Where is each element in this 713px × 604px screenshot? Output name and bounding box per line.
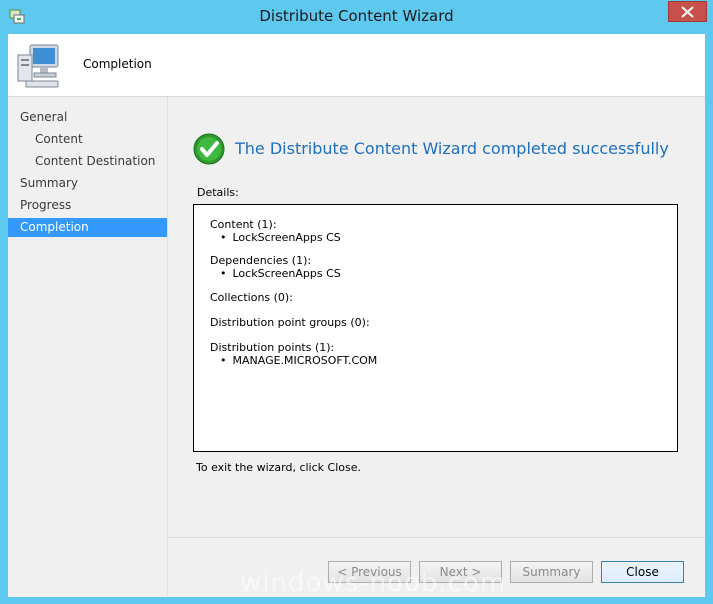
details-content-item: LockScreenApps CS: [220, 231, 341, 244]
close-icon: [681, 6, 694, 18]
footer-divider: [169, 537, 705, 538]
details-dependencies-item: LockScreenApps CS: [220, 267, 341, 280]
wizard-header: Completion: [8, 34, 705, 97]
wizard-window: Distribute Content Wizard Completion Gen…: [0, 0, 713, 604]
title-bar[interactable]: Distribute Content Wizard: [0, 0, 713, 34]
details-dp-heading: Distribution points (1):: [210, 341, 335, 354]
nav-item-progress[interactable]: Progress: [8, 196, 167, 215]
details-label: Details:: [197, 186, 239, 199]
success-message: The Distribute Content Wizard completed …: [235, 139, 669, 158]
exit-instruction: To exit the wizard, click Close.: [196, 461, 361, 474]
details-dp-item: MANAGE.MICROSOFT.COM: [220, 354, 378, 367]
details-collections-heading: Collections (0):: [210, 291, 293, 304]
nav-item-summary[interactable]: Summary: [8, 174, 167, 193]
wizard-steps-nav: General Content Content Destination Summ…: [8, 97, 168, 597]
details-dependencies-heading: Dependencies (1):: [210, 254, 312, 267]
nav-item-general[interactable]: General: [8, 108, 167, 127]
details-dp-groups-heading: Distribution point groups (0):: [210, 316, 370, 329]
wizard-content: The Distribute Content Wizard completed …: [169, 97, 705, 597]
summary-button[interactable]: Summary: [510, 561, 593, 583]
page-title: Completion: [83, 57, 152, 71]
nav-item-completion[interactable]: Completion: [8, 218, 167, 237]
computer-icon: [16, 43, 64, 89]
details-textbox[interactable]: Content (1): LockScreenApps CS Dependenc…: [193, 204, 678, 452]
details-content-heading: Content (1):: [210, 218, 277, 231]
close-button[interactable]: Close: [601, 561, 684, 583]
nav-item-content-destination[interactable]: Content Destination: [8, 152, 167, 171]
watermark-text: windows-noob.com: [240, 568, 507, 598]
nav-item-content[interactable]: Content: [8, 130, 167, 149]
wizard-client-area: Completion General Content Content Desti…: [8, 34, 705, 597]
success-check-icon: [193, 133, 225, 165]
window-close-button[interactable]: [668, 1, 707, 22]
window-title: Distribute Content Wizard: [259, 7, 454, 25]
